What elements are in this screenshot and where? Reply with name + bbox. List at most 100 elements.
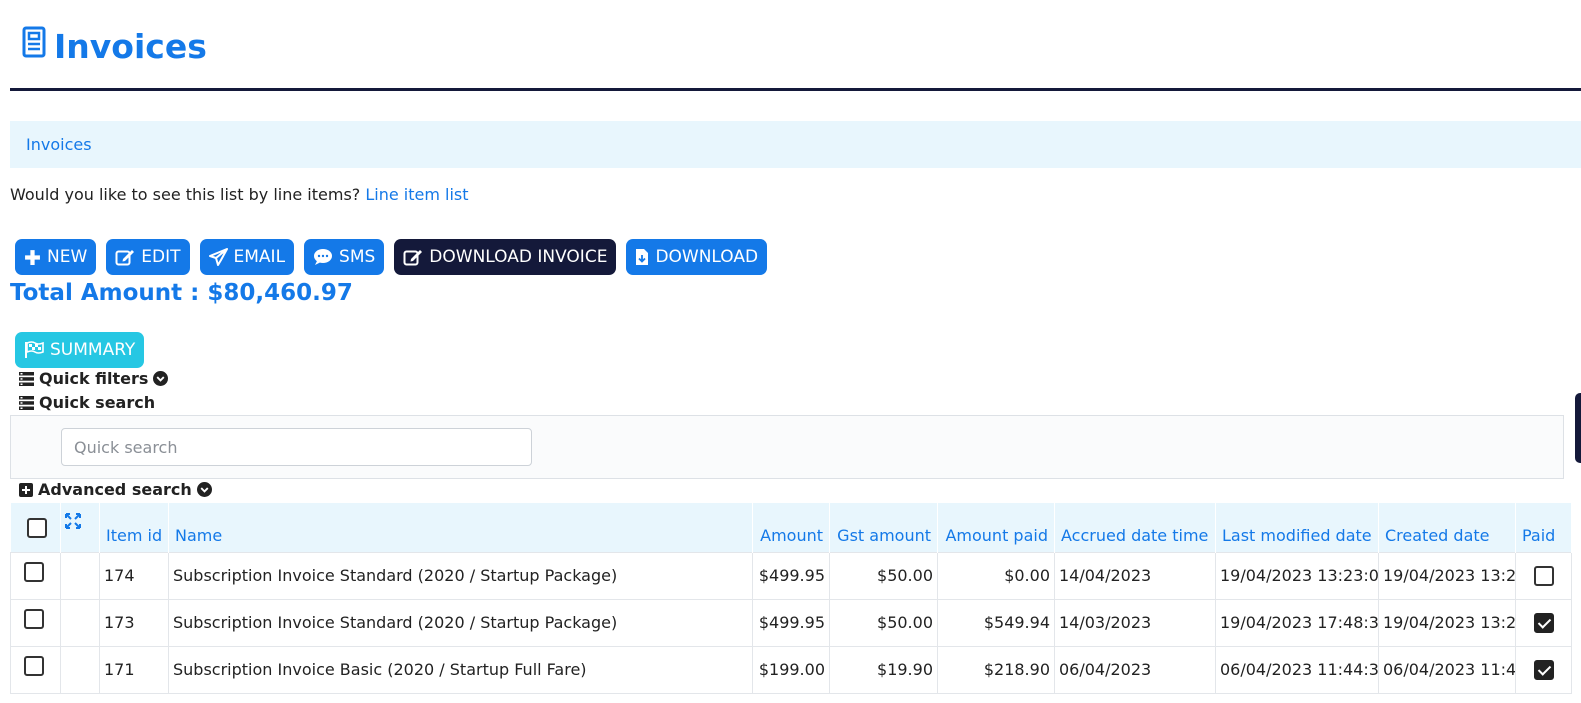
summary-button-label: SUMMARY bbox=[50, 340, 136, 360]
line-item-question: Would you like to see this list by line … bbox=[10, 185, 361, 204]
paid-cell bbox=[1515, 598, 1572, 647]
accrued-date-cell: 14/04/2023 bbox=[1054, 551, 1216, 600]
line-item-list-link[interactable]: Line item list bbox=[365, 185, 468, 204]
breadcrumb: Invoices bbox=[10, 121, 1581, 168]
quick-filters-toggle[interactable]: Quick filters bbox=[19, 369, 169, 388]
column-header-gst-amount[interactable]: Gst amount bbox=[829, 503, 938, 552]
expand-cell bbox=[60, 503, 100, 552]
name-cell: Subscription Invoice Standard (2020 / St… bbox=[168, 551, 753, 600]
column-header-amount-paid[interactable]: Amount paid bbox=[937, 503, 1055, 552]
row-select-cell bbox=[10, 645, 61, 694]
summary-button[interactable]: SUMMARY bbox=[15, 332, 145, 368]
created-date-cell: 06/04/2023 11:44:33 bbox=[1378, 645, 1516, 694]
last-modified-cell: 19/04/2023 13:23:00 bbox=[1215, 551, 1379, 600]
sms-button[interactable]: SMS bbox=[304, 239, 385, 275]
quick-search-label: Quick search bbox=[39, 393, 156, 412]
accrued-date-cell: 14/03/2023 bbox=[1054, 598, 1216, 647]
advanced-search-toggle[interactable]: Advanced search bbox=[19, 480, 212, 499]
quick-search-panel bbox=[10, 415, 1564, 479]
email-button-label: EMAIL bbox=[233, 247, 286, 267]
total-amount: Total Amount : $80,460.97 bbox=[10, 280, 353, 306]
file-download-icon bbox=[636, 249, 649, 265]
gst-amount-cell: $19.90 bbox=[829, 645, 938, 694]
quick-filters-label: Quick filters bbox=[39, 369, 149, 388]
email-button[interactable]: EMAIL bbox=[199, 239, 295, 275]
column-header-last-modified-date[interactable]: Last modified date bbox=[1215, 503, 1379, 552]
sms-button-label: SMS bbox=[339, 247, 376, 267]
edit-button-label: EDIT bbox=[141, 247, 181, 267]
paid-checkbox[interactable] bbox=[1533, 612, 1554, 633]
table-row[interactable]: 173 Subscription Invoice Standard (2020 … bbox=[10, 598, 1572, 647]
new-button[interactable]: NEW bbox=[15, 239, 97, 275]
amount-paid-cell: $218.90 bbox=[937, 645, 1055, 694]
expand-icon[interactable] bbox=[65, 513, 81, 529]
list-icon bbox=[19, 371, 34, 386]
gst-amount-cell: $50.00 bbox=[829, 598, 938, 647]
download-button-label: DOWNLOAD bbox=[655, 247, 759, 267]
table-row[interactable]: 171 Subscription Invoice Basic (2020 / S… bbox=[10, 645, 1572, 694]
amount-paid-cell: $549.94 bbox=[937, 598, 1055, 647]
column-header-accrued-date-time[interactable]: Accrued date time bbox=[1054, 503, 1216, 552]
paid-cell bbox=[1515, 551, 1572, 600]
select-all-checkbox[interactable] bbox=[26, 517, 47, 538]
breadcrumb-invoices-link[interactable]: Invoices bbox=[26, 135, 92, 154]
amount-cell: $199.00 bbox=[752, 645, 830, 694]
paid-cell bbox=[1515, 645, 1572, 694]
created-date-cell: 19/04/2023 13:22:31 bbox=[1378, 598, 1516, 647]
row-select-cell bbox=[10, 551, 61, 600]
checkered-flag-icon bbox=[25, 341, 44, 358]
last-modified-cell: 06/04/2023 11:44:39 bbox=[1215, 645, 1379, 694]
row-select-checkbox[interactable] bbox=[24, 656, 44, 676]
row-spacer-cell bbox=[60, 645, 100, 694]
download-button[interactable]: DOWNLOAD bbox=[626, 239, 768, 275]
list-icon bbox=[19, 395, 34, 410]
row-select-cell bbox=[10, 598, 61, 647]
item-id-cell: 173 bbox=[99, 598, 169, 647]
sms-bubble-icon bbox=[314, 249, 333, 265]
advanced-search-label: Advanced search bbox=[38, 480, 192, 499]
select-all-cell bbox=[10, 503, 61, 552]
quick-search-toggle[interactable]: Quick search bbox=[19, 393, 155, 412]
page-header: Invoices bbox=[10, 24, 1581, 91]
row-spacer-cell bbox=[60, 551, 100, 600]
column-header-item-id[interactable]: Item id bbox=[99, 503, 169, 552]
invoices-table: Item id Name Amount Gst amount Amount pa… bbox=[10, 503, 1572, 694]
plus-icon bbox=[25, 249, 40, 265]
name-cell: Subscription Invoice Standard (2020 / St… bbox=[168, 598, 753, 647]
item-id-cell: 171 bbox=[99, 645, 169, 694]
download-invoice-button[interactable]: DOWNLOAD INVOICE bbox=[394, 239, 617, 275]
new-button-label: NEW bbox=[47, 247, 88, 267]
page-title: Invoices bbox=[10, 24, 207, 70]
quick-search-input[interactable] bbox=[61, 428, 532, 466]
line-item-prompt: Would you like to see this list by line … bbox=[10, 185, 469, 204]
column-header-amount[interactable]: Amount bbox=[752, 503, 830, 552]
accrued-date-cell: 06/04/2023 bbox=[1054, 645, 1216, 694]
edit-button[interactable]: EDIT bbox=[106, 239, 190, 275]
chevron-down-circle-icon bbox=[153, 371, 169, 386]
last-modified-cell: 19/04/2023 17:48:31 bbox=[1215, 598, 1379, 647]
row-select-checkbox[interactable] bbox=[24, 562, 44, 582]
column-header-paid[interactable]: Paid bbox=[1515, 503, 1572, 552]
chevron-down-circle-icon bbox=[196, 482, 212, 497]
item-id-cell: 174 bbox=[99, 551, 169, 600]
row-select-checkbox[interactable] bbox=[24, 609, 44, 629]
paid-checkbox[interactable] bbox=[1533, 565, 1554, 586]
table-row[interactable]: 174 Subscription Invoice Standard (2020 … bbox=[10, 551, 1572, 600]
paid-checkbox[interactable] bbox=[1533, 659, 1554, 680]
edit-icon bbox=[115, 250, 135, 266]
invoice-document-icon bbox=[22, 24, 46, 70]
gst-amount-cell: $50.00 bbox=[829, 551, 938, 600]
paper-plane-icon bbox=[208, 248, 228, 266]
amount-cell: $499.95 bbox=[752, 551, 830, 600]
amount-cell: $499.95 bbox=[752, 598, 830, 647]
plus-square-icon bbox=[19, 482, 33, 497]
column-header-name[interactable]: Name bbox=[168, 503, 753, 552]
table-header-row: Item id Name Amount Gst amount Amount pa… bbox=[10, 503, 1572, 552]
column-header-created-date[interactable]: Created date bbox=[1378, 503, 1516, 552]
amount-paid-cell: $0.00 bbox=[937, 551, 1055, 600]
side-scroll-handle[interactable] bbox=[1575, 393, 1581, 463]
page-title-text: Invoices bbox=[54, 27, 207, 66]
summary-wrap: SUMMARY bbox=[15, 332, 145, 368]
name-cell: Subscription Invoice Basic (2020 / Start… bbox=[168, 645, 753, 694]
download-invoice-button-label: DOWNLOAD INVOICE bbox=[429, 247, 608, 267]
